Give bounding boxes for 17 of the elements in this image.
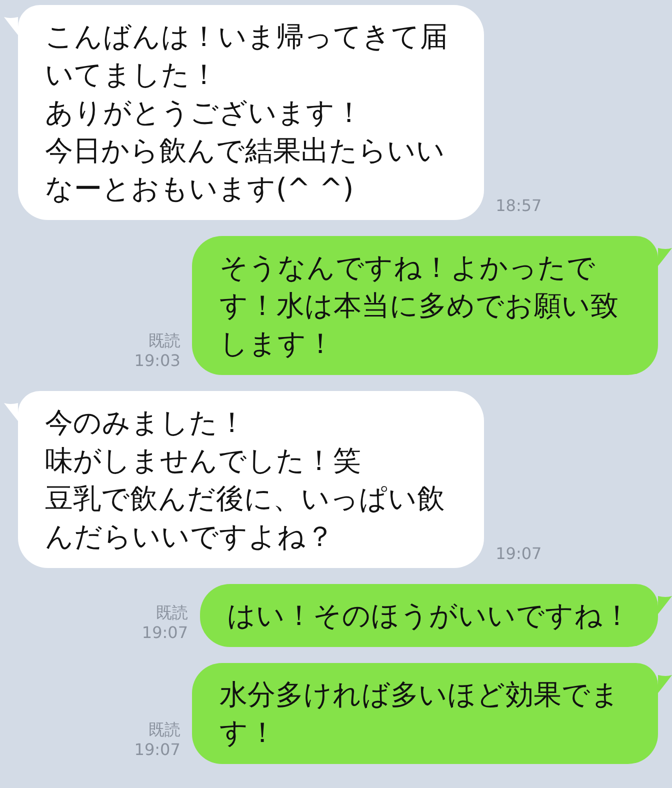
message-text: 水分多ければ多いほど効果でます！: [219, 677, 620, 751]
message-text: 今のみました！: [45, 405, 247, 441]
message-text: 味がしませんでした！笑: [45, 443, 362, 479]
message-time: 19:07: [142, 623, 188, 643]
read-receipt: 既読: [148, 331, 180, 351]
read-receipt: 既読: [148, 720, 180, 740]
message-time: 19:07: [134, 740, 180, 760]
message-time: 19:03: [134, 351, 180, 371]
message-text: 今日から飲んで結果出たらいいなーとおもいます(^ ^): [45, 133, 446, 207]
message-text: 豆乳で飲んだ後に、いっぱい飲んだらいいですよね？: [45, 481, 446, 555]
message-text: こんばんは！いま帰ってきて届いてました！: [45, 19, 449, 93]
message-text: はい！そのほうがいいですね！: [227, 598, 631, 634]
read-receipt: 既読: [156, 603, 188, 623]
message-time: 18:57: [496, 196, 542, 216]
message-text: そうなんですね！よかったです！水は本当に多めでお願い致します！: [219, 250, 620, 362]
message-time: 19:07: [496, 544, 542, 564]
message-text: ありがとうございます！: [45, 95, 364, 131]
